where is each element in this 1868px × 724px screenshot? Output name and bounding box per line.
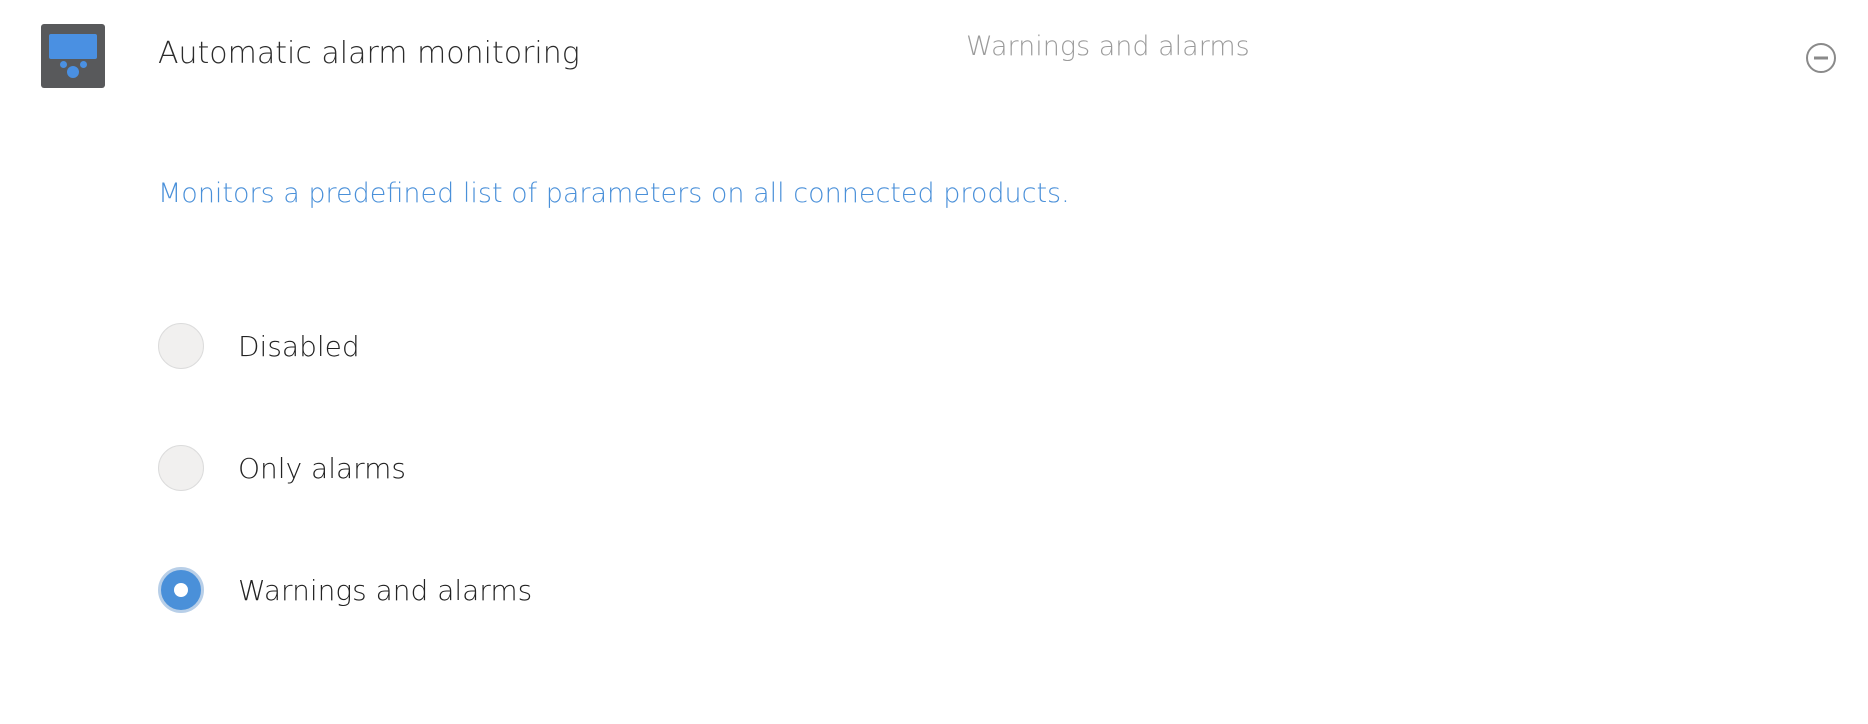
radio-button[interactable] xyxy=(158,323,204,369)
radio-button[interactable] xyxy=(158,567,204,613)
current-value-label: Warnings and alarms xyxy=(966,31,1250,62)
device-screen xyxy=(49,34,97,59)
device-button-right xyxy=(80,61,87,68)
option-disabled[interactable]: Disabled xyxy=(158,322,360,370)
option-label: Disabled xyxy=(238,329,360,363)
radio-button[interactable] xyxy=(158,445,204,491)
option-only-alarms[interactable]: Only alarms xyxy=(158,444,406,492)
minus-circle-icon[interactable] xyxy=(1805,42,1837,74)
option-label: Only alarms xyxy=(238,451,407,485)
device-button-left xyxy=(60,61,67,68)
option-label: Warnings and alarms xyxy=(238,573,533,607)
option-warnings-and-alarms[interactable]: Warnings and alarms xyxy=(158,566,532,614)
setting-description: Monitors a predefined list of parameters… xyxy=(158,178,1070,209)
device-button-center xyxy=(67,66,79,78)
setting-title: Automatic alarm monitoring xyxy=(158,36,580,71)
device-display-icon xyxy=(41,24,105,88)
